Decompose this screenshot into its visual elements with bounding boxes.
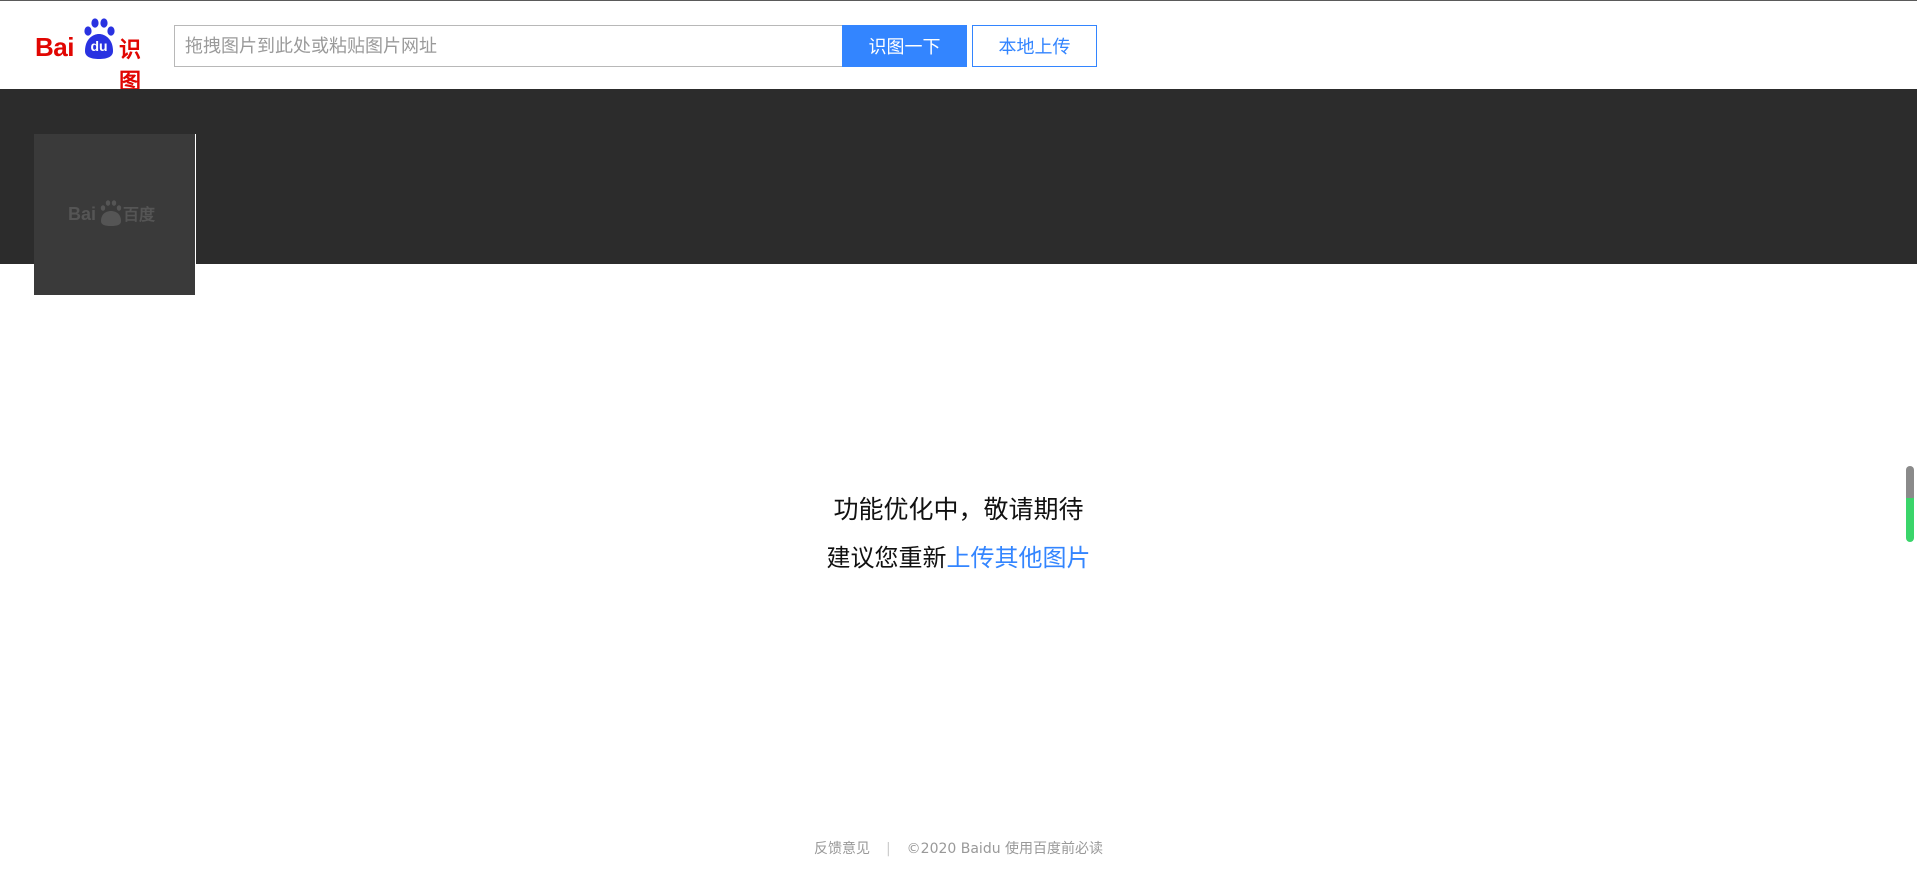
- status-message-suggestion: 建议您重新上传其他图片: [0, 538, 1917, 573]
- baidu-shitu-logo[interactable]: Bai du 识图: [35, 17, 160, 95]
- scrollbar-thumb[interactable]: [1906, 466, 1914, 542]
- status-message-title: 功能优化中，敬请期待: [833, 495, 1084, 524]
- upload-other-image-link[interactable]: 上传其他图片: [947, 544, 1091, 572]
- logo-du-text: du: [90, 38, 108, 54]
- baidu-watermark-icon: Bai 百度: [68, 200, 156, 226]
- header: Bai du 识图 识图一下 本地上传: [0, 1, 1917, 95]
- copyright-text: ©2020 Baidu 使用百度前必读: [906, 841, 1104, 857]
- scrollbar-thumb-bottom: [1906, 498, 1914, 542]
- scrollbar-thumb-top: [1906, 466, 1914, 502]
- query-image-thumbnail[interactable]: Bai 百度: [34, 134, 196, 296]
- image-url-input[interactable]: [174, 25, 842, 67]
- footer-separator: |: [885, 841, 891, 857]
- query-image-banner: [0, 89, 1917, 264]
- logo-bai-text: Bai: [35, 32, 74, 62]
- search-image-button[interactable]: 识图一下: [842, 25, 967, 67]
- svg-text:百度: 百度: [123, 205, 156, 224]
- logo-product-text: 识图: [119, 38, 142, 95]
- suggestion-prefix: 建议您重新: [826, 544, 947, 572]
- local-upload-button[interactable]: 本地上传: [972, 25, 1097, 67]
- feedback-link[interactable]: 反馈意见: [814, 841, 870, 857]
- svg-text:Bai: Bai: [68, 204, 96, 224]
- footer: 反馈意见 | ©2020 Baidu 使用百度前必读: [0, 838, 1917, 858]
